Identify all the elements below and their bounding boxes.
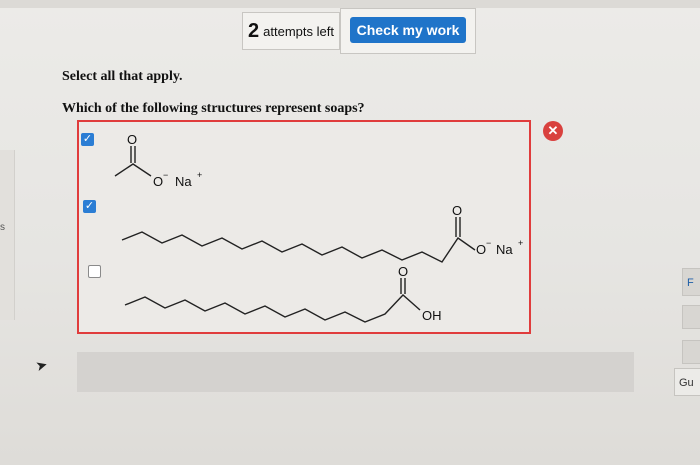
structure-3-oxygen: O [398, 264, 408, 279]
feedback-bar [77, 352, 634, 392]
right-tab-gu[interactable]: Gu [674, 368, 700, 396]
right-tab-blank-1[interactable] [682, 305, 700, 329]
structure-1-oxygen: O [127, 132, 137, 147]
structure-2-positive-charge: + [518, 238, 523, 248]
right-tab-blank-2[interactable] [682, 340, 700, 364]
structures-drawing: O O − Na + O O − Na + O OH [114, 132, 523, 323]
structure-2-oxide: O [476, 242, 486, 257]
structure-1-sodium: Na [175, 174, 192, 189]
structure-3-hydroxyl: OH [422, 308, 442, 323]
structure-1-negative-charge: − [163, 170, 168, 180]
structure-2-chain [121, 231, 476, 263]
structure-2[interactable]: O O − Na + [121, 203, 523, 263]
structure-1-positive-charge: + [197, 170, 202, 180]
structure-2-negative-charge: − [486, 238, 491, 248]
right-tab-f[interactable]: F [682, 268, 700, 296]
structure-1-skeleton [114, 163, 152, 177]
structure-2-sodium: Na [496, 242, 513, 257]
structure-3-chain [124, 294, 421, 323]
structure-2-oxygen: O [452, 203, 462, 218]
structure-1[interactable]: O O − Na + [114, 132, 202, 189]
structure-1-oxide: O [153, 174, 163, 189]
structure-3[interactable]: O OH [124, 264, 442, 323]
